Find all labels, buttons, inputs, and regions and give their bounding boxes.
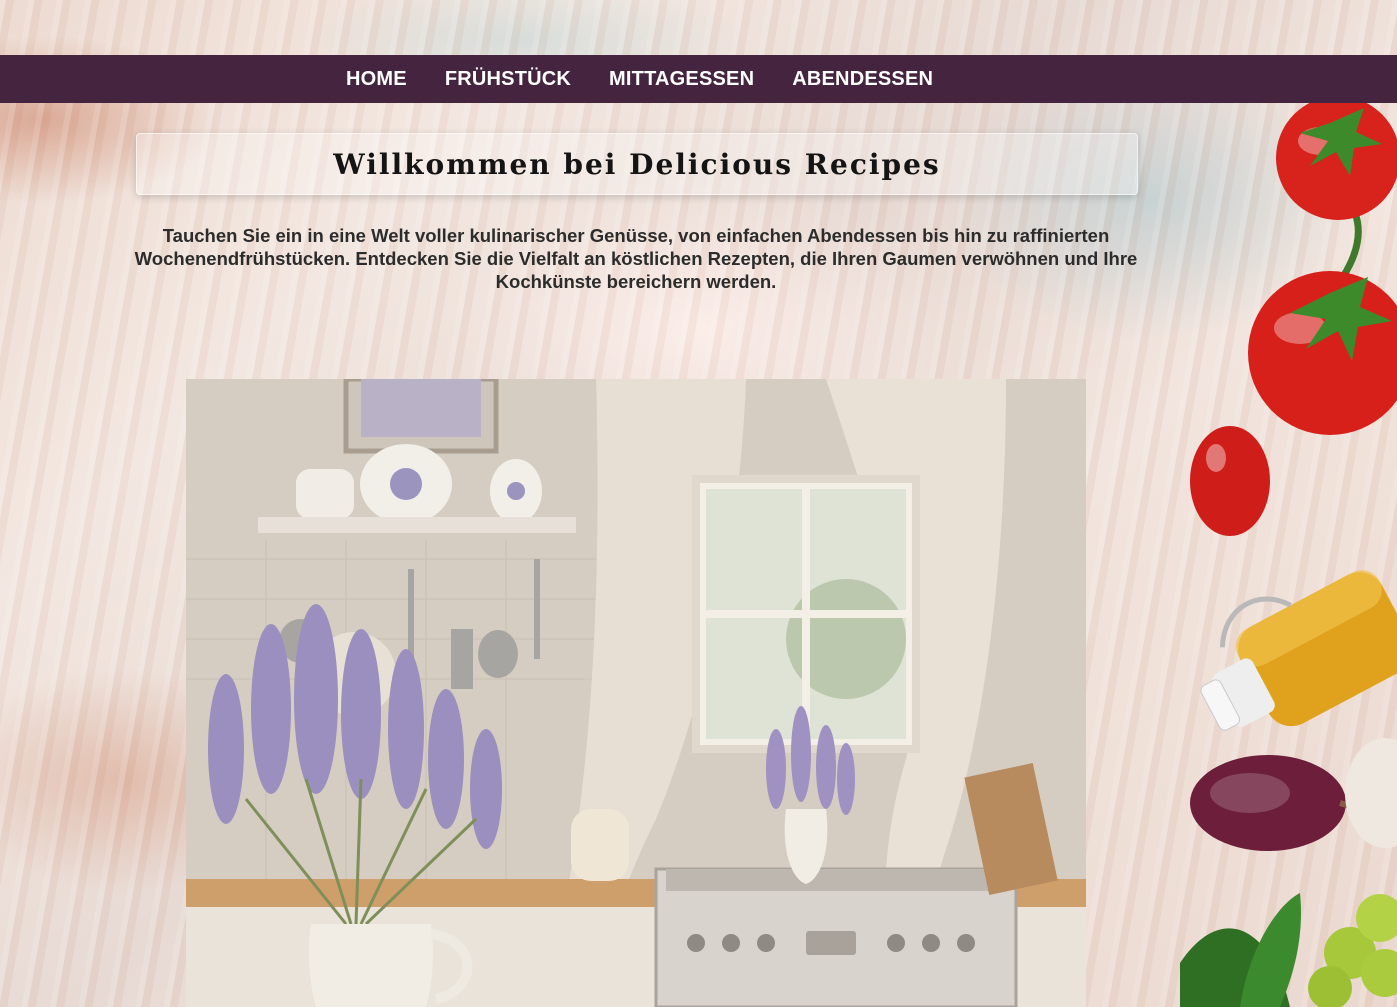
nav-link-home[interactable]: HOME: [346, 68, 407, 90]
nav-link-fruehstueck[interactable]: FRÜHSTÜCK: [445, 68, 571, 90]
nav-link-abendessen[interactable]: ABENDESSEN: [792, 68, 933, 90]
page-title: Willkommen bei Delicious Recipes: [333, 147, 941, 181]
nav-list: HOME FRÜHSTÜCK MITTAGESSEN ABENDESSEN: [346, 55, 933, 103]
nav-item-fruehstueck: FRÜHSTÜCK: [445, 68, 571, 91]
intro-text: Tauchen Sie ein in eine Welt voller kuli…: [134, 225, 1138, 292]
kitchen-illustration: [186, 379, 1086, 1007]
nav-item-abendessen: ABENDESSEN: [792, 68, 933, 91]
main-navigation: HOME FRÜHSTÜCK MITTAGESSEN ABENDESSEN: [0, 55, 1397, 103]
vegetable-decoration: [1180, 103, 1397, 1007]
title-box: Willkommen bei Delicious Recipes: [136, 133, 1138, 195]
nav-item-home: HOME: [346, 68, 407, 91]
nav-link-mittagessen[interactable]: MITTAGESSEN: [609, 68, 754, 90]
nav-item-mittagessen: MITTAGESSEN: [609, 68, 754, 91]
hero-kitchen-image: [186, 379, 1086, 1007]
